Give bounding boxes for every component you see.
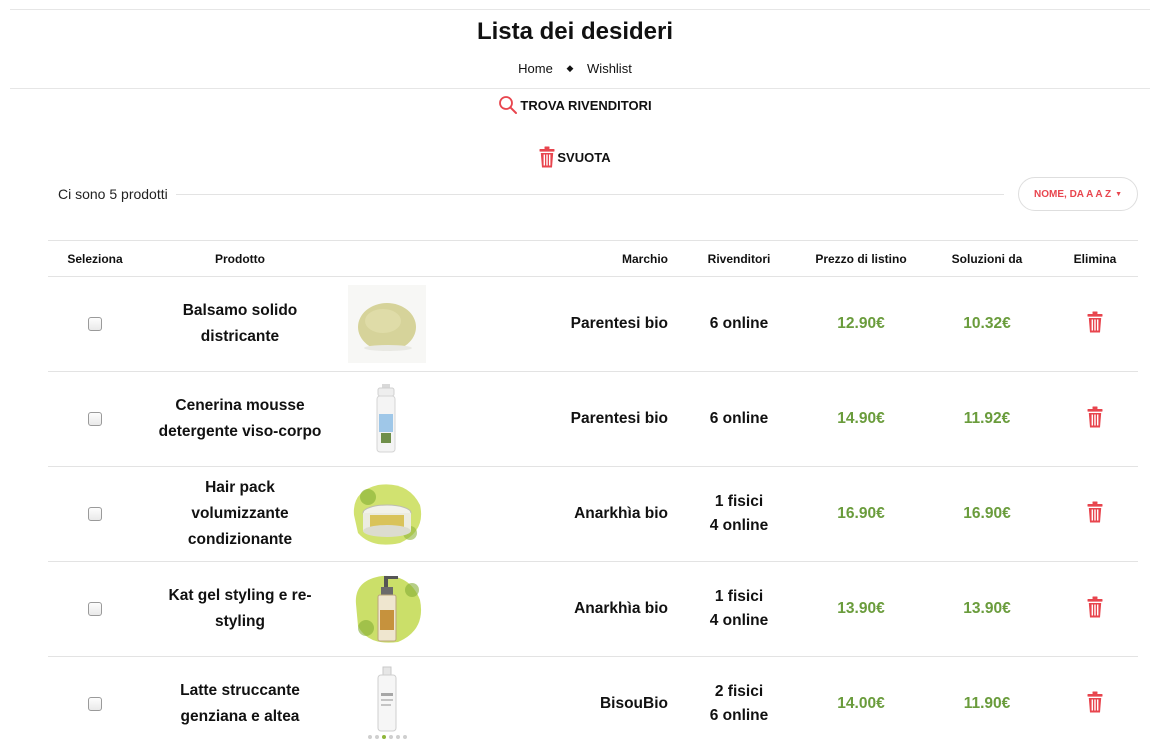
list-toolbar: Ci sono 5 prodotti NOME, DA A A Z ▼: [58, 176, 1138, 212]
product-name-link[interactable]: Latte struccante genziana e altea: [142, 678, 338, 730]
empty-wishlist-label: SVUOTA: [557, 149, 611, 165]
table-header-row: Seleziona Prodotto Marchio Rivenditori P…: [48, 240, 1138, 277]
page-title: Lista dei desideri: [476, 18, 674, 45]
product-image[interactable]: [348, 475, 426, 553]
brand-name: Anarkhìa bio: [574, 600, 668, 617]
select-checkbox[interactable]: [88, 506, 102, 521]
list-price: 13.90€: [837, 600, 885, 617]
sort-label: NOME, DA A A Z: [1034, 188, 1112, 200]
select-checkbox[interactable]: [88, 411, 102, 426]
select-checkbox[interactable]: [88, 601, 102, 616]
brand-name: Parentesi bio: [570, 315, 668, 332]
retailers-physical[interactable]: 1 fisici: [678, 490, 800, 514]
product-count: Ci sono 5 prodotti: [58, 186, 168, 202]
solutions-from-price: 11.90€: [963, 695, 1011, 712]
brand-name: Anarkhìa bio: [574, 505, 668, 522]
solutions-from-price: 10.32€: [963, 315, 1011, 332]
list-price: 16.90€: [837, 505, 885, 522]
table-row: Kat gel styling e re-styling Anarkhìa bi…: [48, 561, 1138, 657]
header-solutions-from: Soluzioni da: [922, 240, 1052, 277]
breadcrumb: Home ◆ Wishlist: [0, 61, 1150, 76]
brand-name: BisouBio: [599, 695, 668, 712]
caret-down-icon: ▼: [1115, 190, 1122, 198]
trash-icon: [1087, 501, 1103, 522]
trash-icon: [1087, 596, 1103, 617]
list-price: 14.90€: [837, 410, 885, 427]
select-checkbox[interactable]: [88, 696, 102, 711]
trash-icon: [1087, 406, 1103, 427]
table-row: Latte struccante genziana e altea BisouB…: [48, 656, 1138, 744]
wishlist-table: Seleziona Prodotto Marchio Rivenditori P…: [48, 240, 1138, 744]
delete-button[interactable]: [1087, 596, 1103, 623]
table-row: Hair pack volumizzante condizionante Ana…: [48, 466, 1138, 562]
table-row: Cenerina mousse detergente viso-corpo Pa…: [48, 371, 1138, 467]
list-price: 12.90€: [837, 315, 885, 332]
delete-button[interactable]: [1087, 501, 1103, 528]
retailers-online[interactable]: 6 online: [678, 312, 800, 336]
find-retailers-label: TROVA RIVENDITORI: [520, 97, 652, 113]
trash-icon: [1087, 311, 1103, 332]
empty-wishlist-button[interactable]: SVUOTA: [539, 146, 611, 168]
header-select: Seleziona: [48, 240, 142, 277]
product-image[interactable]: [348, 285, 426, 363]
header-divider: [10, 88, 1150, 89]
header-image: [338, 240, 436, 277]
product-name-link[interactable]: Kat gel styling e re-styling: [142, 583, 338, 635]
retailers-online[interactable]: 4 online: [678, 609, 800, 633]
find-retailers-action: TROVA RIVENDITORI: [0, 95, 1150, 118]
retailers-physical[interactable]: 1 fisici: [678, 585, 800, 609]
retailers-physical[interactable]: 2 fisici: [678, 680, 800, 704]
select-checkbox[interactable]: [88, 316, 102, 331]
empty-wishlist-action: SVUOTA: [0, 146, 1150, 171]
header-delete: Elimina: [1052, 240, 1138, 277]
toolbar-divider: [175, 193, 1005, 195]
product-image[interactable]: [348, 570, 426, 648]
retailers-online[interactable]: 6 online: [678, 704, 800, 728]
delete-button[interactable]: [1087, 406, 1103, 433]
header-retailers: Rivenditori: [678, 240, 800, 277]
delete-button[interactable]: [1087, 311, 1103, 338]
search-icon: [499, 96, 518, 114]
breadcrumb-home[interactable]: Home: [518, 61, 553, 76]
retailers-online[interactable]: 4 online: [678, 514, 800, 538]
header-product: Prodotto: [142, 240, 338, 277]
breadcrumb-current: Wishlist: [587, 61, 632, 76]
product-image[interactable]: [348, 665, 426, 743]
trash-icon: [539, 146, 555, 168]
delete-button[interactable]: [1087, 691, 1103, 718]
find-retailers-button[interactable]: TROVA RIVENDITORI: [498, 95, 652, 115]
trash-icon: [1087, 691, 1103, 712]
solutions-from-price: 16.90€: [963, 505, 1011, 522]
product-image[interactable]: [348, 380, 426, 458]
retailers-online[interactable]: 6 online: [678, 407, 800, 431]
header-list-price: Prezzo di listino: [800, 240, 922, 277]
header-brand: Marchio: [436, 240, 678, 277]
product-name-link[interactable]: Balsamo solido districante: [142, 298, 338, 350]
solutions-from-price: 13.90€: [963, 600, 1011, 617]
list-price: 14.00€: [837, 695, 885, 712]
sort-dropdown[interactable]: NOME, DA A A Z ▼: [1018, 177, 1138, 211]
product-name-link[interactable]: Cenerina mousse detergente viso-corpo: [142, 393, 338, 445]
solutions-from-price: 11.92€: [963, 410, 1011, 427]
brand-name: Parentesi bio: [570, 410, 668, 427]
product-name-link[interactable]: Hair pack volumizzante condizionante: [142, 475, 338, 553]
top-divider: [10, 9, 1150, 10]
breadcrumb-separator-icon: ◆: [566, 63, 574, 73]
table-row: Balsamo solido districante Parentesi bio…: [48, 276, 1138, 372]
